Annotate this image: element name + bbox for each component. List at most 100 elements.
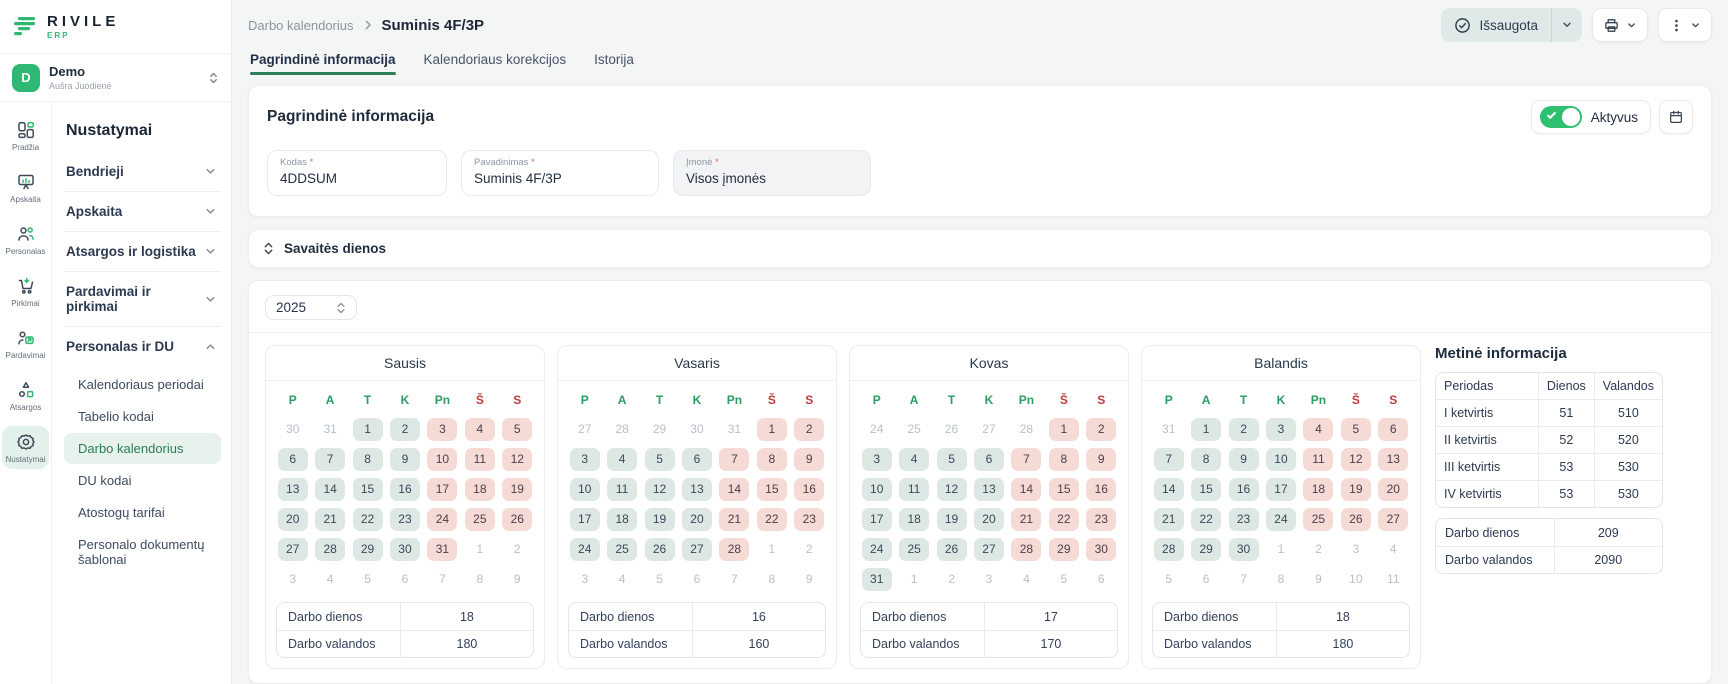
day-cell[interactable]: 26 xyxy=(502,508,532,531)
day-cell[interactable]: 6 xyxy=(682,448,712,471)
sidebar-group-personalas-ir-du[interactable]: Personalas ir DU xyxy=(64,327,221,366)
day-cell[interactable]: 28 xyxy=(315,538,345,561)
day-cell[interactable]: 14 xyxy=(1154,478,1184,501)
day-cell[interactable]: 24 xyxy=(570,538,600,561)
day-cell[interactable]: 19 xyxy=(645,508,675,531)
sidebar-item-personalo-dokument-ablonai[interactable]: Personalo dokumentų šablonai xyxy=(64,529,221,575)
day-cell[interactable]: 16 xyxy=(1229,478,1259,501)
day-cell[interactable]: 21 xyxy=(1011,508,1041,531)
field-kodas[interactable]: Kodas * xyxy=(267,150,447,196)
sidebar-item-du-kodai[interactable]: DU kodai xyxy=(64,465,221,496)
active-toggle[interactable]: Aktyvus xyxy=(1531,100,1651,134)
day-cell[interactable]: 5 xyxy=(1341,418,1371,441)
day-cell[interactable]: 21 xyxy=(315,508,345,531)
day-cell[interactable]: 20 xyxy=(974,508,1004,531)
day-cell[interactable]: 12 xyxy=(645,478,675,501)
day-cell[interactable]: 19 xyxy=(937,508,967,531)
day-cell[interactable]: 14 xyxy=(1011,478,1041,501)
day-cell[interactable]: 8 xyxy=(1049,448,1079,471)
day-cell[interactable]: 13 xyxy=(682,478,712,501)
day-cell[interactable]: 25 xyxy=(607,538,637,561)
field-input-pavadinimas[interactable] xyxy=(474,171,646,186)
day-cell[interactable]: 30 xyxy=(1086,538,1116,561)
day-cell[interactable]: 10 xyxy=(427,448,457,471)
day-cell[interactable]: 17 xyxy=(862,508,892,531)
day-cell[interactable]: 18 xyxy=(465,478,495,501)
day-cell[interactable]: 20 xyxy=(682,508,712,531)
day-cell[interactable]: 22 xyxy=(353,508,383,531)
day-cell[interactable]: 5 xyxy=(937,448,967,471)
saved-split-button[interactable]: Išsaugota xyxy=(1441,8,1582,42)
sidebar-group-atsargos-ir-logistika[interactable]: Atsargos ir logistika xyxy=(64,232,221,271)
day-cell[interactable]: 11 xyxy=(899,478,929,501)
day-cell[interactable]: 3 xyxy=(1266,418,1296,441)
day-cell[interactable]: 14 xyxy=(315,478,345,501)
day-cell[interactable]: 10 xyxy=(862,478,892,501)
day-cell[interactable]: 3 xyxy=(570,448,600,471)
day-cell[interactable]: 1 xyxy=(1049,418,1079,441)
sidebar-item-atostog-tarifai[interactable]: Atostogų tarifai xyxy=(64,497,221,528)
day-cell[interactable]: 25 xyxy=(1303,508,1333,531)
day-cell[interactable]: 5 xyxy=(502,418,532,441)
field-input-kodas[interactable] xyxy=(280,171,434,186)
day-cell[interactable]: 7 xyxy=(315,448,345,471)
rail-item-nustatymai[interactable]: Nustatymai xyxy=(2,426,49,469)
day-cell[interactable]: 22 xyxy=(1191,508,1221,531)
day-cell[interactable]: 23 xyxy=(794,508,824,531)
breadcrumb[interactable]: Darbo kalendorius xyxy=(248,18,354,33)
day-cell[interactable]: 15 xyxy=(353,478,383,501)
day-cell[interactable]: 18 xyxy=(607,508,637,531)
day-cell[interactable]: 22 xyxy=(1049,508,1079,531)
account-switcher[interactable]: D Demo Aušra Juodienė xyxy=(0,54,231,102)
day-cell[interactable]: 26 xyxy=(645,538,675,561)
day-cell[interactable]: 23 xyxy=(1086,508,1116,531)
day-cell[interactable]: 16 xyxy=(390,478,420,501)
day-cell[interactable]: 23 xyxy=(1229,508,1259,531)
day-cell[interactable]: 4 xyxy=(1303,418,1333,441)
sidebar-item-kalendoriaus-periodai[interactable]: Kalendoriaus periodai xyxy=(64,369,221,400)
day-cell[interactable]: 7 xyxy=(1011,448,1041,471)
day-cell[interactable]: 12 xyxy=(502,448,532,471)
day-cell[interactable]: 17 xyxy=(570,508,600,531)
day-cell[interactable]: 17 xyxy=(427,478,457,501)
rail-item-pardavimai[interactable]: Pardavimai xyxy=(2,322,49,365)
rail-item-atsargos[interactable]: Atsargos xyxy=(2,374,49,417)
day-cell[interactable]: 16 xyxy=(794,478,824,501)
day-cell[interactable]: 4 xyxy=(465,418,495,441)
day-cell[interactable]: 18 xyxy=(1303,478,1333,501)
day-cell[interactable]: 11 xyxy=(465,448,495,471)
day-cell[interactable]: 30 xyxy=(1229,538,1259,561)
day-cell[interactable]: 11 xyxy=(1303,448,1333,471)
tab-pagrindin-informacija[interactable]: Pagrindinė informacija xyxy=(250,52,396,75)
field-pavadinimas[interactable]: Pavadinimas * xyxy=(461,150,659,196)
week-days-section-header[interactable]: Savaitės dienos xyxy=(248,229,1712,268)
tab-istorija[interactable]: Istorija xyxy=(594,52,634,75)
day-cell[interactable]: 24 xyxy=(862,538,892,561)
day-cell[interactable]: 31 xyxy=(427,538,457,561)
day-cell[interactable]: 1 xyxy=(353,418,383,441)
day-cell[interactable]: 26 xyxy=(937,538,967,561)
day-cell[interactable]: 13 xyxy=(278,478,308,501)
day-cell[interactable]: 29 xyxy=(1191,538,1221,561)
day-cell[interactable]: 17 xyxy=(1266,478,1296,501)
calendar-button[interactable] xyxy=(1659,100,1693,134)
day-cell[interactable]: 15 xyxy=(1191,478,1221,501)
day-cell[interactable]: 6 xyxy=(1378,418,1408,441)
day-cell[interactable]: 8 xyxy=(757,448,787,471)
tab-kalendoriaus-korekcijos[interactable]: Kalendoriaus korekcijos xyxy=(424,52,567,75)
sidebar-item-darbo-kalendorius[interactable]: Darbo kalendorius xyxy=(64,433,221,464)
day-cell[interactable]: 3 xyxy=(427,418,457,441)
day-cell[interactable]: 3 xyxy=(862,448,892,471)
day-cell[interactable]: 26 xyxy=(1341,508,1371,531)
day-cell[interactable]: 20 xyxy=(1378,478,1408,501)
day-cell[interactable]: 16 xyxy=(1086,478,1116,501)
day-cell[interactable]: 7 xyxy=(1154,448,1184,471)
day-cell[interactable]: 21 xyxy=(1154,508,1184,531)
day-cell[interactable]: 2 xyxy=(794,418,824,441)
day-cell[interactable]: 2 xyxy=(390,418,420,441)
day-cell[interactable]: 13 xyxy=(1378,448,1408,471)
day-cell[interactable]: 29 xyxy=(1049,538,1079,561)
day-cell[interactable]: 9 xyxy=(390,448,420,471)
day-cell[interactable]: 1 xyxy=(757,418,787,441)
day-cell[interactable]: 21 xyxy=(719,508,749,531)
